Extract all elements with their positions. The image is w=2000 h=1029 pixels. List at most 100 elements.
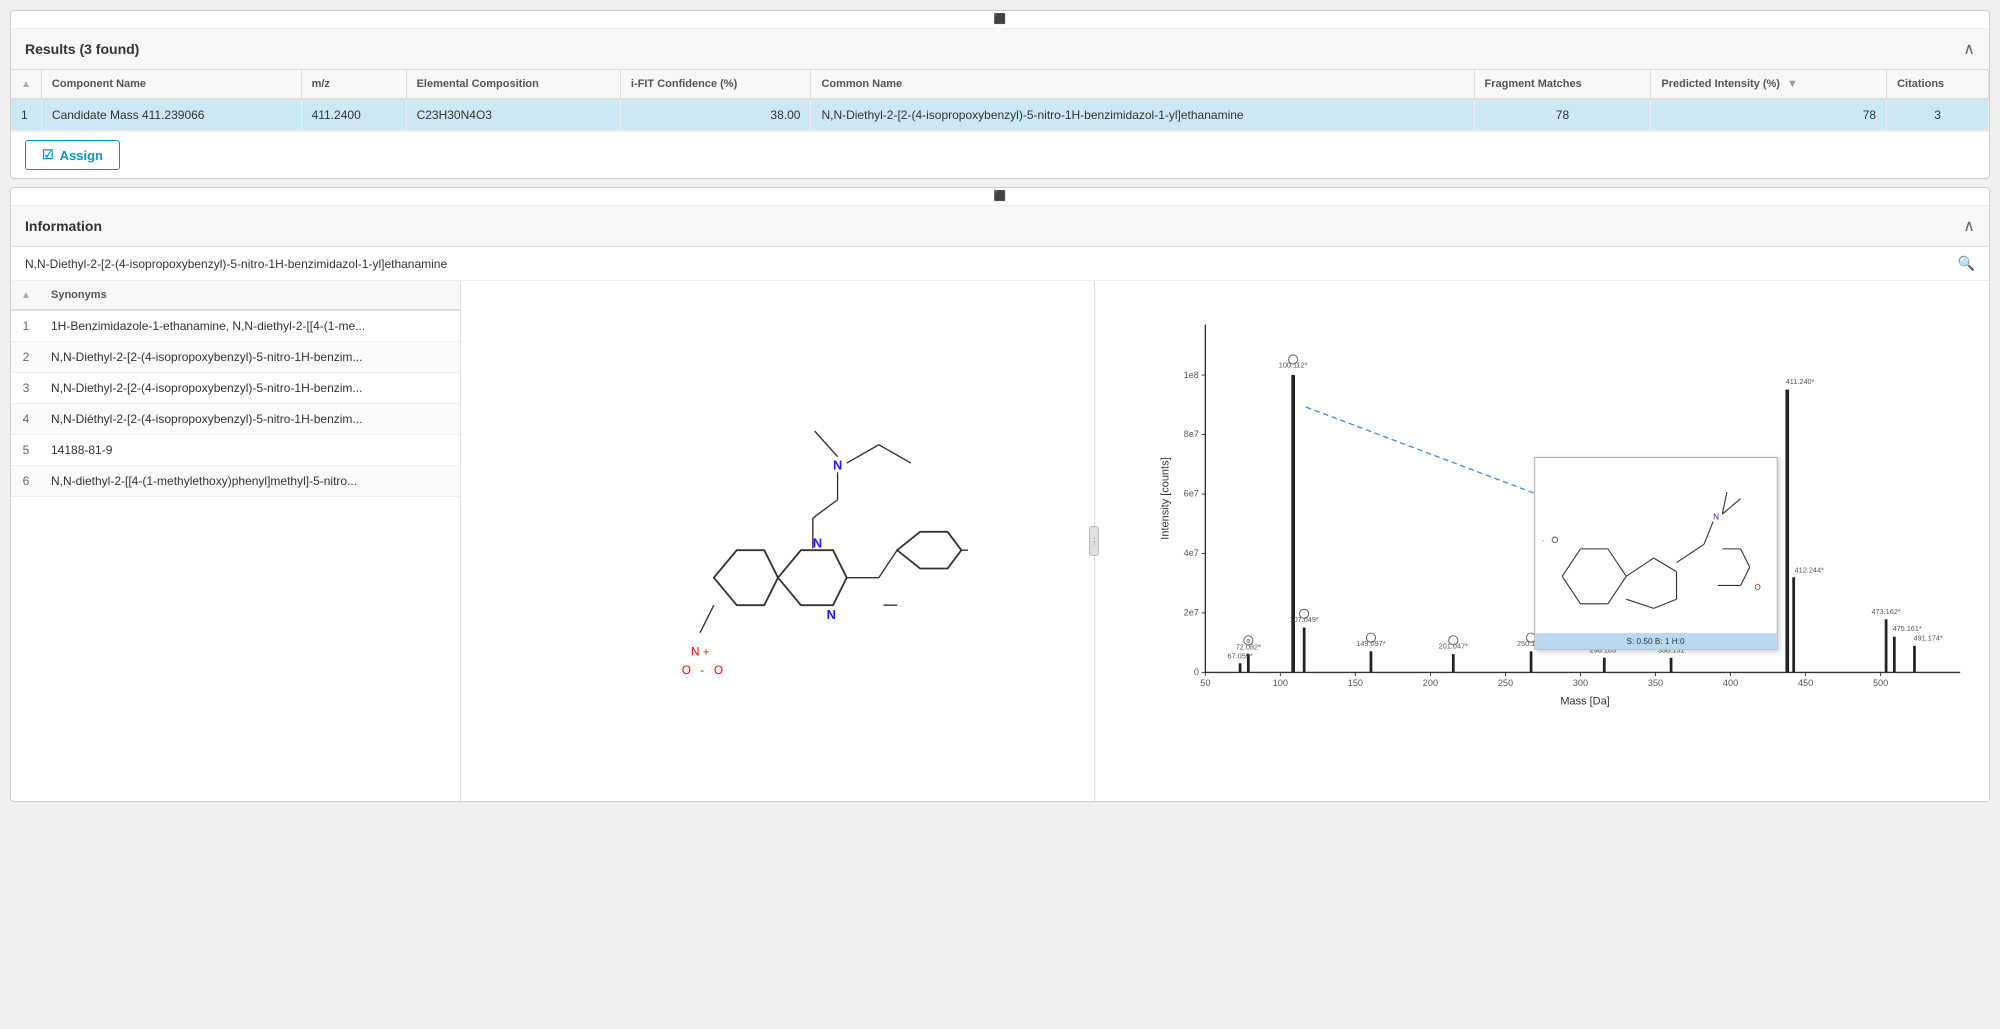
svg-text:100: 100: [1273, 678, 1288, 688]
syn-text: 14188-81-9: [41, 435, 460, 466]
scroll-handle-info-top: ⬛: [11, 188, 1989, 206]
svg-text:412.244*: 412.244*: [1795, 566, 1824, 575]
svg-text:·: ·: [1543, 535, 1545, 544]
main-container: ⬛ Results (3 found) ∧ ▲ Component Name m…: [0, 0, 2000, 1029]
info-title: Information: [25, 218, 102, 234]
col-header-num: ▲: [11, 70, 41, 99]
svg-text:N: N: [826, 607, 835, 622]
cell-row-num: 1: [11, 99, 41, 131]
syn-num: 2: [11, 342, 41, 373]
results-panel: ⬛ Results (3 found) ∧ ▲ Component Name m…: [10, 10, 1990, 179]
syn-text: N,N-Diethyl-2-[2-(4-isopropoxybenzyl)-5-…: [41, 373, 460, 404]
svg-text:400: 400: [1723, 678, 1738, 688]
cell-common-name: N,N-Diethyl-2-[2-(4-isopropoxybenzyl)-5-…: [811, 99, 1474, 131]
col-header-ifit[interactable]: i-FIT Confidence (%): [620, 70, 811, 99]
cell-ifit: 38.00: [620, 99, 811, 131]
svg-text:1e8: 1e8: [1184, 370, 1199, 380]
svg-text:2e7: 2e7: [1184, 608, 1199, 618]
svg-text:500: 500: [1873, 678, 1888, 688]
information-panel: ⬛ Information ∧ N,N-Diethyl-2-[2-(4-isop…: [10, 187, 1990, 802]
svg-text:⚙: ⚙: [1246, 639, 1251, 645]
spectrum-panel: 0 2e7 4e7 6e7 8e7 1e8 50 100 1: [1095, 281, 1989, 801]
col-header-elemental[interactable]: Elemental Composition: [406, 70, 620, 99]
list-item[interactable]: 2 N,N-Diethyl-2-[2-(4-isopropoxybenzyl)-…: [11, 342, 460, 373]
svg-text:S: 0.50 B: 1 H:0: S: 0.50 B: 1 H:0: [1627, 637, 1685, 646]
resize-handle-structure[interactable]: ⋮: [1089, 526, 1099, 556]
syn-text: N,N-Diethyl-2-[2-(4-isopropoxybenzyl)-5-…: [41, 342, 460, 373]
list-item[interactable]: 4 N,N-Diéthyl-2-[2-(4-isopropoxybenzyl)-…: [11, 404, 460, 435]
syn-text: 1H-Benzimidazole-1-ethanamine, N,N-dieth…: [41, 310, 460, 342]
synonyms-panel: ▲ Synonyms 1 1H-Benzimidazole-1-ethanami…: [11, 281, 461, 801]
info-body: ▲ Synonyms 1 1H-Benzimidazole-1-ethanami…: [11, 281, 1989, 801]
results-table-header-row: ▲ Component Name m/z Elemental Compositi…: [11, 70, 1989, 99]
svg-text:350: 350: [1648, 678, 1663, 688]
synonyms-header-row: ▲ Synonyms: [11, 281, 460, 310]
results-collapse-icon[interactable]: ∧: [1963, 39, 1975, 59]
table-row[interactable]: 1 Candidate Mass 411.239066 411.2400 C23…: [11, 99, 1989, 131]
syn-num: 5: [11, 435, 41, 466]
cell-citations: 3: [1887, 99, 1989, 131]
svg-text:491.174*: 491.174*: [1914, 633, 1943, 642]
cell-fragment: 78: [1474, 99, 1651, 131]
svg-text:0: 0: [1194, 667, 1199, 677]
svg-text:4e7: 4e7: [1184, 548, 1199, 558]
compound-name-row: N,N-Diethyl-2-[2-(4-isopropoxybenzyl)-5-…: [11, 247, 1989, 281]
svg-text:107.049*: 107.049*: [1290, 615, 1319, 624]
svg-text:Mass [Da]: Mass [Da]: [1561, 695, 1610, 707]
svg-text:N: N: [833, 458, 842, 473]
syn-num: 1: [11, 310, 41, 342]
svg-text:150: 150: [1348, 678, 1363, 688]
col-header-common-name[interactable]: Common Name: [811, 70, 1474, 99]
svg-text:O: O: [681, 663, 690, 677]
col-header-fragment[interactable]: Fragment Matches: [1474, 70, 1651, 99]
compound-name-text: N,N-Diethyl-2-[2-(4-isopropoxybenzyl)-5-…: [25, 257, 447, 271]
col-header-citations[interactable]: Citations: [1887, 70, 1989, 99]
list-item[interactable]: 3 N,N-Diethyl-2-[2-(4-isopropoxybenzyl)-…: [11, 373, 460, 404]
svg-text:200: 200: [1423, 678, 1438, 688]
results-title: Results (3 found): [25, 41, 139, 57]
col-syn-label: Synonyms: [41, 281, 460, 310]
syn-num: 4: [11, 404, 41, 435]
syn-num: 6: [11, 466, 41, 497]
svg-text:450: 450: [1798, 678, 1813, 688]
assign-button[interactable]: ☑ Assign: [25, 140, 120, 170]
assign-area: ☑ Assign: [11, 131, 1989, 178]
syn-num: 3: [11, 373, 41, 404]
svg-text:N: N: [1714, 513, 1720, 522]
syn-text: N,N-Diéthyl-2-[2-(4-isopropoxybenzyl)-5-…: [41, 404, 460, 435]
list-item[interactable]: 1 1H-Benzimidazole-1-ethanamine, N,N-die…: [11, 310, 460, 342]
scroll-handle-top: ⬛: [11, 11, 1989, 29]
sort-arrow-icon: ▼: [1787, 78, 1798, 90]
syn-text: N,N-diethyl-2-[[4-(1-methylethoxy)phenyl…: [41, 466, 460, 497]
svg-text:8e7: 8e7: [1184, 429, 1199, 439]
col-header-component-name[interactable]: Component Name: [41, 70, 301, 99]
svg-text:-: -: [700, 663, 704, 677]
cell-component-name: Candidate Mass 411.239066: [41, 99, 301, 131]
structure-panel: N N N + O - O N: [461, 281, 1095, 801]
list-item[interactable]: 6 N,N-diethyl-2-[[4-(1-methylethoxy)phen…: [11, 466, 460, 497]
cell-elemental: C23H30N4O3: [406, 99, 620, 131]
svg-text:O: O: [1755, 583, 1761, 592]
col-header-predicted[interactable]: Predicted Intensity (%) ▼: [1651, 70, 1887, 99]
svg-text:Intensity [counts]: Intensity [counts]: [1160, 457, 1172, 539]
col-syn-num: ▲: [11, 281, 41, 310]
info-panel-header: Information ∧: [11, 206, 1989, 247]
svg-text:+: +: [703, 647, 709, 659]
col-header-mz[interactable]: m/z: [301, 70, 406, 99]
synonyms-table: ▲ Synonyms 1 1H-Benzimidazole-1-ethanami…: [11, 281, 460, 497]
svg-text:250: 250: [1498, 678, 1513, 688]
assign-checkbox-icon: ☑: [42, 147, 54, 163]
cell-mz: 411.2400: [301, 99, 406, 131]
search-button[interactable]: 🔍: [1958, 255, 1975, 272]
svg-text:149.097*: 149.097*: [1357, 639, 1386, 648]
molecule-structure-svg: N N N + O - O N: [588, 321, 968, 761]
svg-text:473.162*: 473.162*: [1872, 607, 1901, 616]
svg-text:201.047*: 201.047*: [1439, 642, 1468, 651]
svg-text:411.240*: 411.240*: [1786, 377, 1815, 386]
svg-text:6e7: 6e7: [1184, 489, 1199, 499]
svg-text:100.112*: 100.112*: [1279, 361, 1308, 370]
info-collapse-icon[interactable]: ∧: [1963, 216, 1975, 236]
list-item[interactable]: 5 14188-81-9: [11, 435, 460, 466]
svg-text:N: N: [691, 645, 700, 659]
svg-text:475.161*: 475.161*: [1893, 624, 1922, 633]
